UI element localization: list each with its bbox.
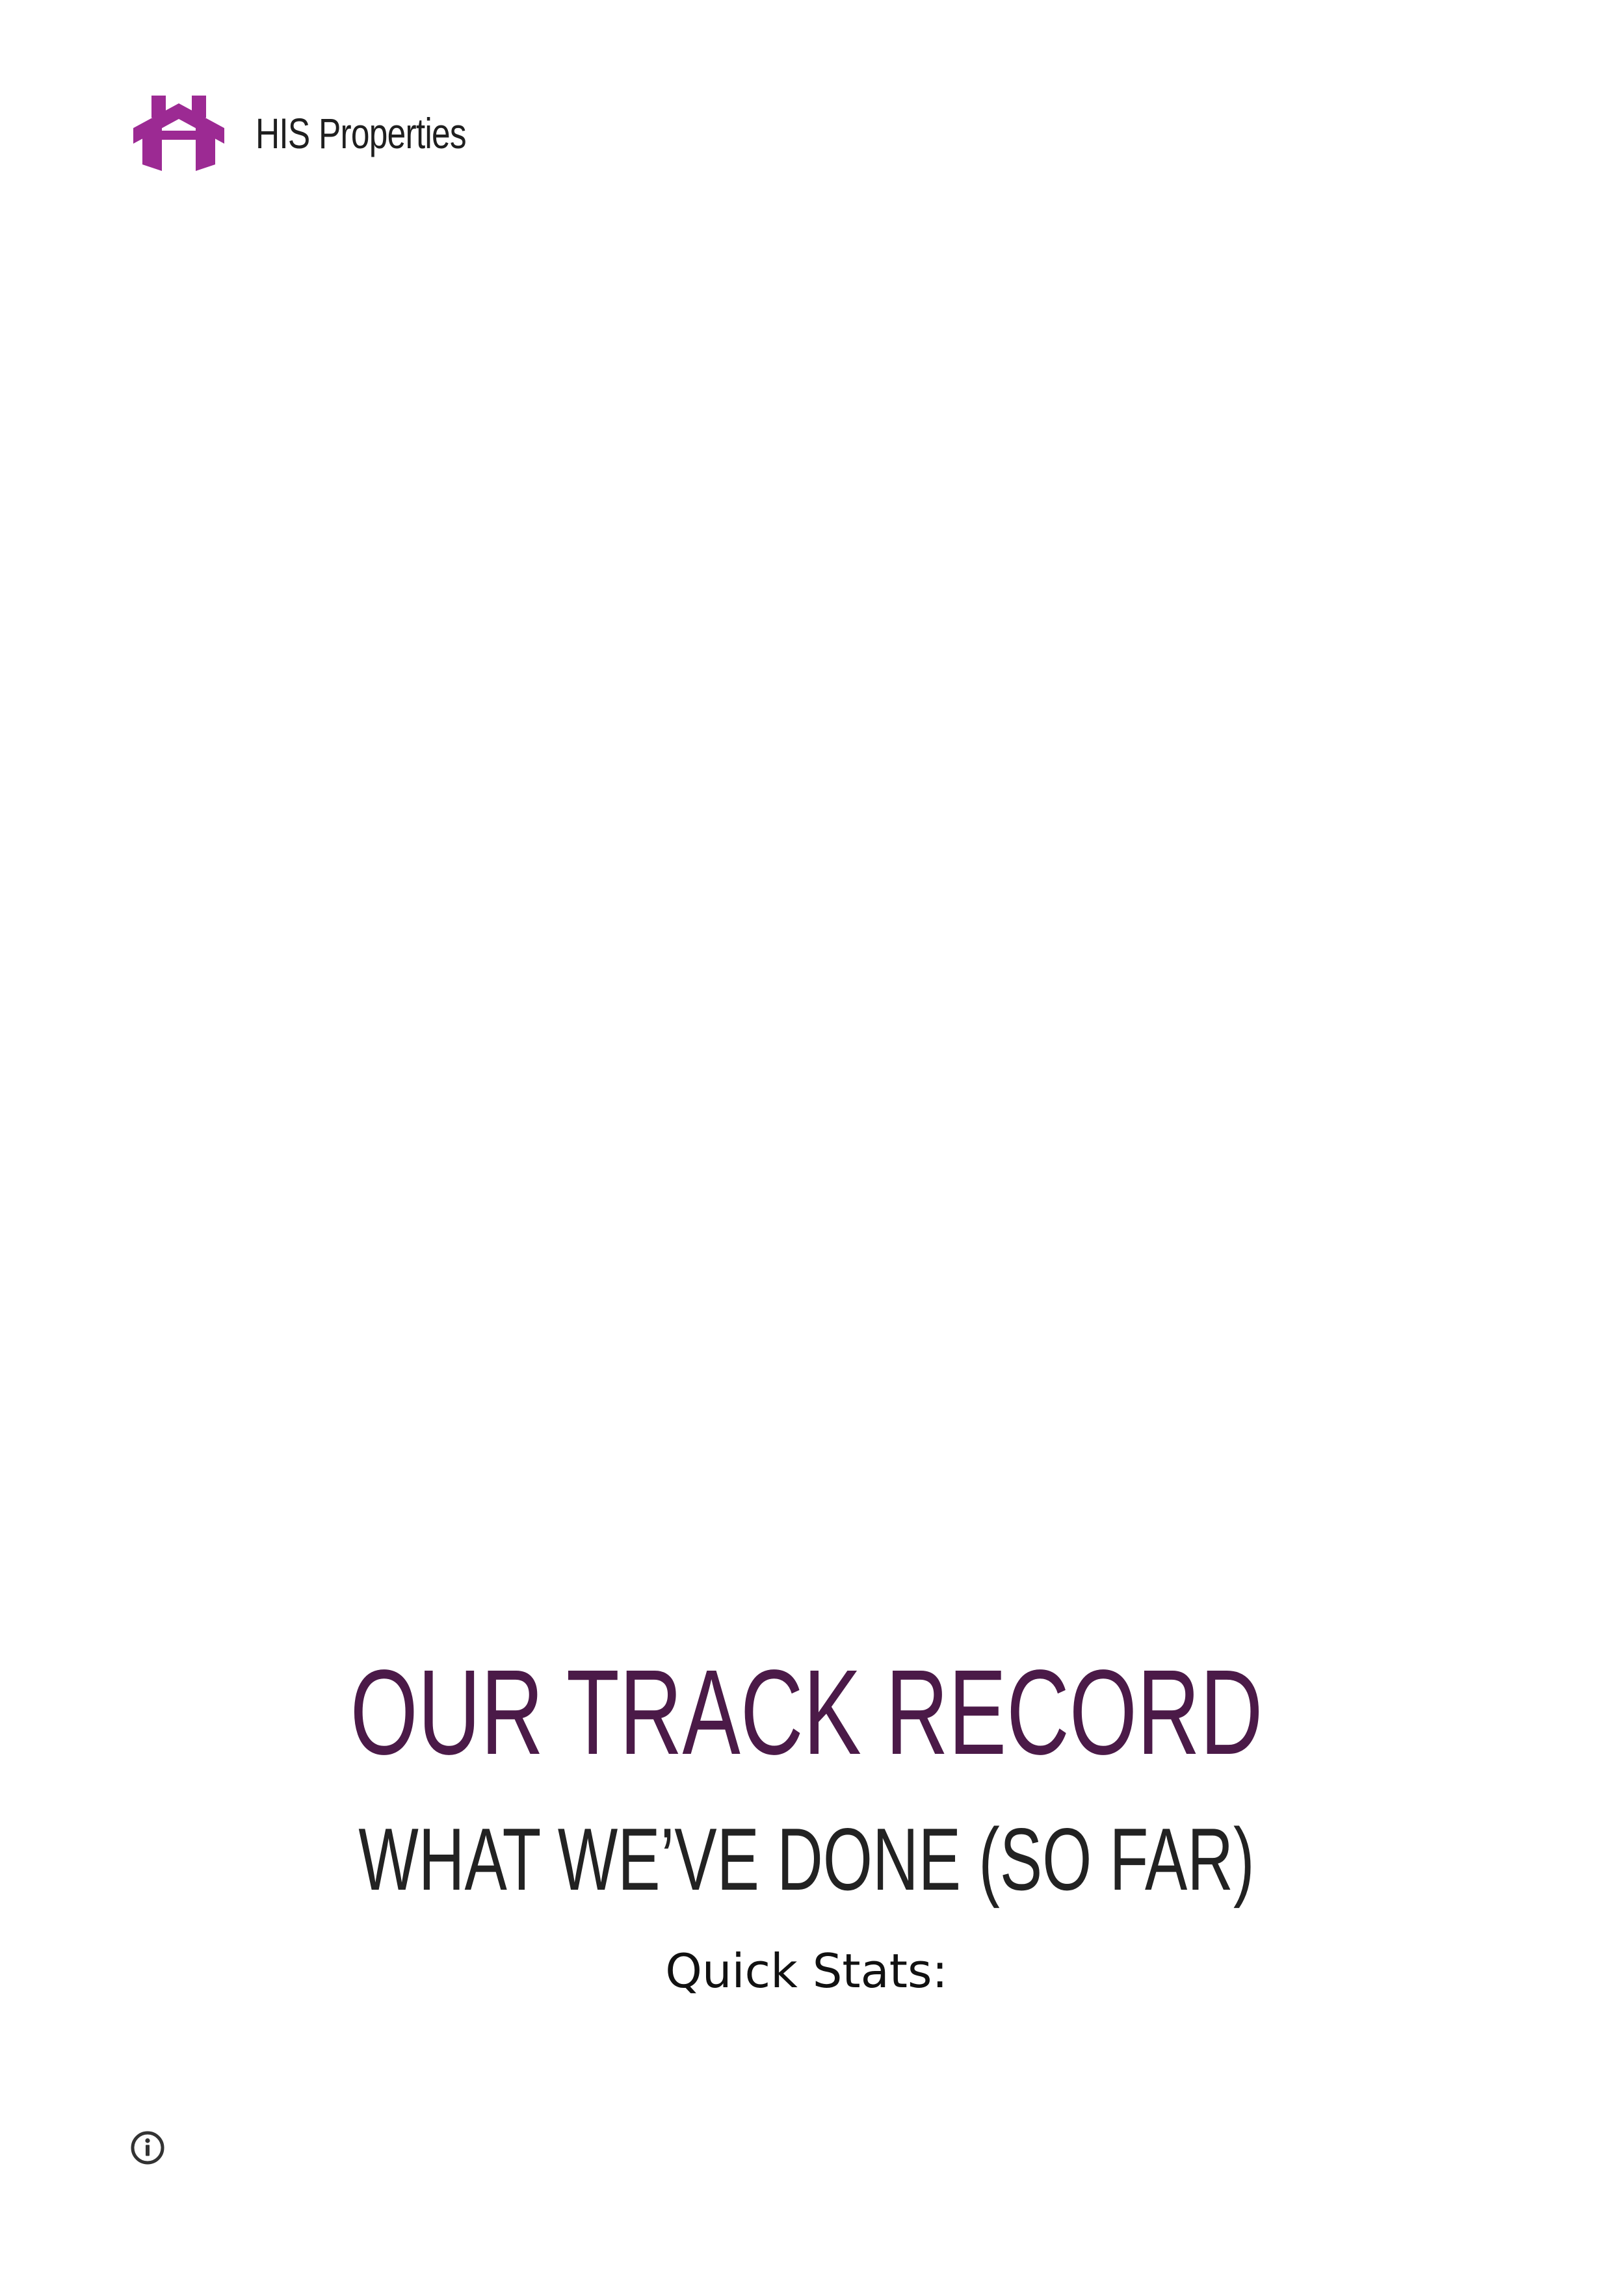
quick-stats-label: Quick Stats: xyxy=(665,1944,948,1998)
brand-name: HIS Properties xyxy=(256,109,467,157)
info-icon[interactable] xyxy=(130,2130,165,2165)
header: HIS Properties xyxy=(133,91,525,176)
page-title: OUR TRACK RECORD xyxy=(350,1645,1263,1780)
page-subtitle: WHAT WE’VE DONE (SO FAR) xyxy=(358,1810,1255,1909)
hero-section: OUR TRACK RECORD WHAT WE’VE DONE (SO FAR… xyxy=(0,1648,1613,2000)
house-logo-icon xyxy=(133,96,224,171)
